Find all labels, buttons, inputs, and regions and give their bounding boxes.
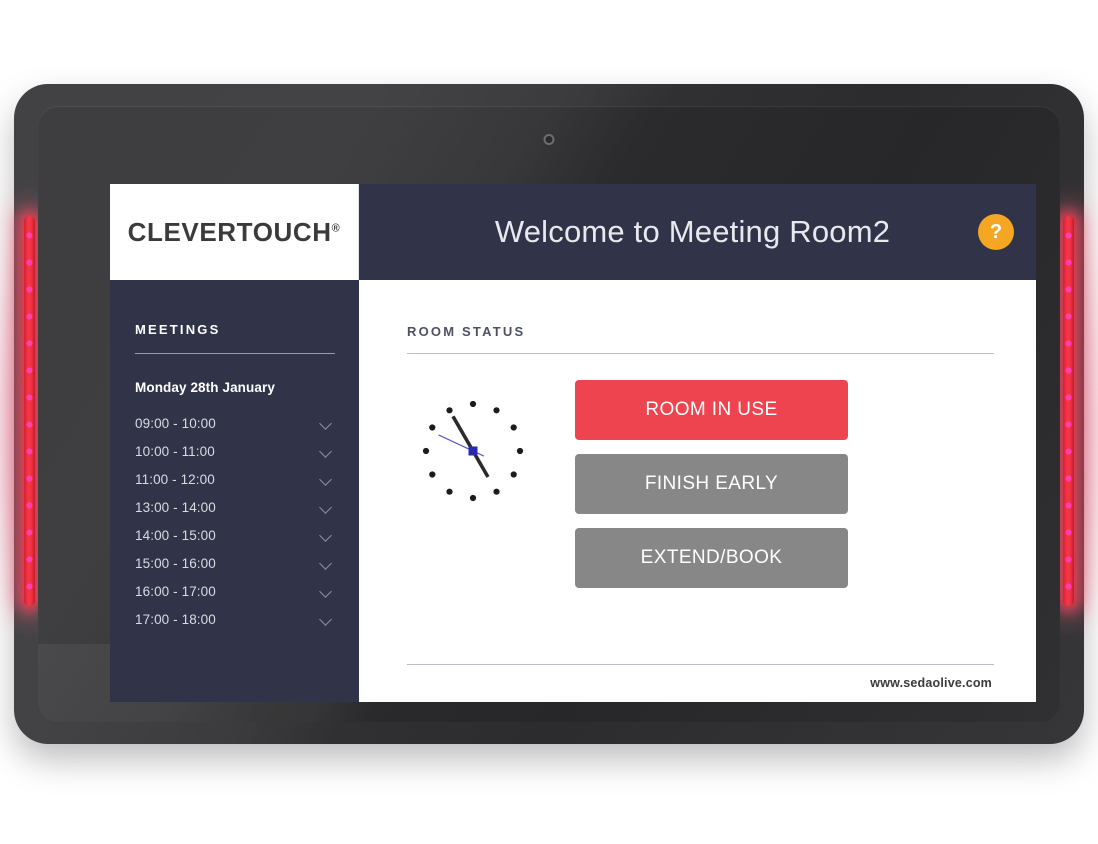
clock-marker [493,488,500,495]
analog-clock-icon [422,400,524,502]
camera-icon [543,134,555,145]
room-status-divider [407,353,994,354]
meeting-slot[interactable]: 15:00 - 16:00 [135,549,335,577]
clock-marker [469,494,477,502]
footer-divider [407,664,994,665]
meeting-slot[interactable]: 10:00 - 11:00 [135,437,335,465]
chevron-down-icon[interactable] [320,559,333,567]
screenshot-canvas: CLEVERTOUCH® Welcome to Meeting Room2 ? … [0,0,1098,844]
action-button-room-in-use[interactable]: ROOM IN USE [575,380,848,440]
action-button-group: ROOM IN USE FINISH EARLY EXTEND/BOOK [575,380,848,588]
help-button[interactable]: ? [978,214,1014,250]
chevron-down-icon[interactable] [320,503,333,511]
panel-footer: www.sedaolive.com [407,664,994,702]
chevron-down-icon[interactable] [320,531,333,539]
action-button-extend-book[interactable]: EXTEND/BOOK [575,528,848,588]
device-bezel: CLEVERTOUCH® Welcome to Meeting Room2 ? … [38,106,1060,722]
chevron-down-icon[interactable] [320,615,333,623]
led-strip-right [1063,216,1074,606]
clock-marker [510,471,517,478]
app-body: MEETINGS Monday 28th January 09:00 - 10:… [110,280,1036,702]
meeting-slot-label: 09:00 - 10:00 [135,415,216,431]
meeting-slot-label: 13:00 - 14:00 [135,499,216,515]
chevron-down-icon[interactable] [320,587,333,595]
meeting-slot-label: 10:00 - 11:00 [135,443,215,459]
footer-url: www.sedaolive.com [870,676,992,690]
sidebar-date: Monday 28th January [135,380,275,395]
led-strip-left [24,216,35,606]
room-status-panel: ROOM STATUS ROOM IN USE FINISH EARLY EXTEN… [359,280,1036,702]
tablet-device: CLEVERTOUCH® Welcome to Meeting Room2 ? … [14,84,1084,744]
clock-marker [469,400,477,408]
app-header: CLEVERTOUCH® Welcome to Meeting Room2 ? [110,184,1036,280]
action-button-finish-early[interactable]: FINISH EARLY [575,454,848,514]
logo-registered-mark: ® [331,221,341,234]
clock-marker [422,447,430,455]
meeting-slot[interactable]: 14:00 - 15:00 [135,521,335,549]
meeting-slot-label: 15:00 - 16:00 [135,555,216,571]
meeting-slot[interactable]: 13:00 - 14:00 [135,493,335,521]
chevron-down-icon[interactable] [320,419,333,427]
room-status-heading: ROOM STATUS [407,324,526,339]
meeting-slot[interactable]: 17:00 - 18:00 [135,605,335,633]
clock-container [407,380,539,510]
meeting-slot[interactable]: 16:00 - 17:00 [135,577,335,605]
clock-marker [516,447,524,455]
clock-marker [446,488,453,495]
meeting-slot-label: 11:00 - 12:00 [135,471,215,487]
clock-marker [510,424,517,431]
meetings-sidebar: MEETINGS Monday 28th January 09:00 - 10:… [110,280,359,702]
led-dots-left [24,216,35,606]
clock-center-hub [468,446,478,456]
status-row: ROOM IN USE FINISH EARLY EXTEND/BOOK [407,380,994,664]
meeting-slot-label: 16:00 - 17:00 [135,583,216,599]
device-screen: CLEVERTOUCH® Welcome to Meeting Room2 ? … [110,184,1036,702]
meeting-slot-label: 17:00 - 18:00 [135,611,216,627]
led-dots-right [1063,216,1074,606]
clock-marker [493,407,500,414]
sidebar-heading: MEETINGS [135,322,221,337]
chevron-down-icon[interactable] [320,475,333,483]
meeting-slot-list: 09:00 - 10:00 10:00 - 11:00 11:00 - 12:00 1… [135,409,335,633]
sidebar-divider [135,353,335,354]
header-title-area: Welcome to Meeting Room2 ? [359,184,1036,280]
chevron-down-icon[interactable] [320,447,333,455]
clock-marker [446,407,453,414]
meeting-slot-label: 14:00 - 15:00 [135,527,216,543]
brand-logo: CLEVERTOUCH® [110,184,359,280]
clock-marker [429,424,436,431]
clock-marker [429,471,436,478]
logo-text: CLEVERTOUCH® [128,217,341,248]
meeting-slot[interactable]: 11:00 - 12:00 [135,465,335,493]
page-title: Welcome to Meeting Room2 [494,214,891,249]
meeting-slot[interactable]: 09:00 - 10:00 [135,409,335,437]
logo-wordmark: CLEVERTOUCH [127,216,332,247]
